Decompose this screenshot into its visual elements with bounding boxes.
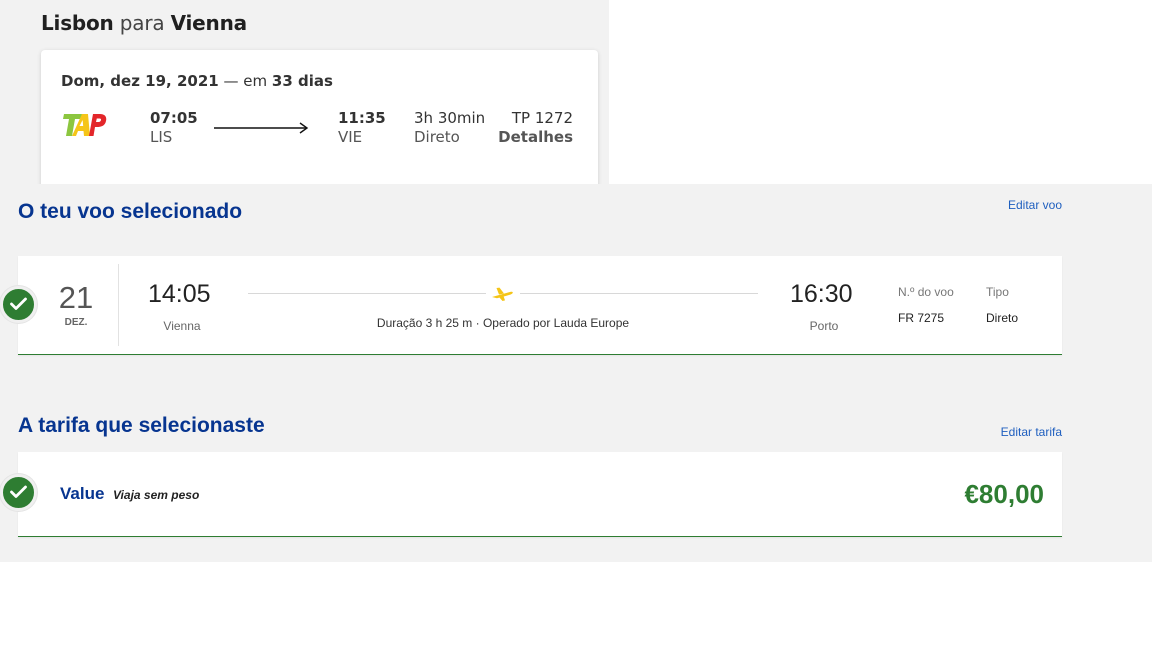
arrive-time: 16:30 — [790, 280, 853, 308]
tap-depart-time: 07:05 — [150, 109, 198, 127]
tap-logo-icon — [63, 112, 107, 138]
flight-date: Dom, dez 19, 2021 — em 33 dias — [61, 72, 333, 90]
flight-line-right — [520, 293, 758, 294]
flight-number-label: N.º do voo — [898, 285, 954, 299]
selected-flight-title: O teu voo selecionado — [18, 200, 243, 223]
tap-flight-block: TP 1272 Detalhes — [498, 109, 573, 147]
checkmark-icon — [0, 474, 37, 511]
checkmark-icon — [0, 286, 37, 323]
tap-arrive-time: 11:35 — [338, 109, 386, 127]
tap-summary-panel: Lisbon para Vienna Dom, dez 19, 2021 — e… — [0, 0, 609, 184]
tap-arrival: 11:35 VIE — [338, 109, 386, 147]
tap-stops: Direto — [414, 128, 460, 146]
depart-city: Vienna — [163, 319, 201, 333]
tap-arrive-code: VIE — [338, 128, 363, 146]
arrive-city: Porto — [809, 319, 839, 333]
tap-departure: 07:05 LIS — [150, 109, 198, 147]
edit-fare-link[interactable]: Editar tarifa — [1001, 425, 1062, 439]
selected-fare-title: A tarifa que selecionaste — [18, 414, 265, 437]
selection-panel: O teu voo selecionado Editar voo 21 DEZ.… — [0, 184, 1152, 562]
flight-number-value: FR 7275 — [898, 311, 945, 325]
flight-type-label: Tipo — [986, 285, 1009, 299]
flight-duration-info: Duração 3 h 25 m · Operado por Lauda Eur… — [376, 316, 630, 330]
selected-fare-card[interactable]: Value Viaja sem peso €80,00 — [0, 452, 1062, 537]
flight-type-value: Direto — [986, 311, 1019, 325]
date-divider — [118, 264, 119, 346]
tap-duration: 3h 30min — [414, 109, 486, 127]
airplane-icon — [490, 284, 514, 307]
origin-city: Lisbon — [41, 11, 114, 35]
fare-price: €80,00 — [964, 479, 1044, 509]
depart-time: 14:05 — [148, 280, 211, 308]
fare-subtitle: Viaja sem peso — [113, 488, 200, 502]
destination-city: Vienna — [170, 11, 248, 35]
tap-depart-code: LIS — [150, 128, 173, 146]
route-connector: para — [119, 11, 165, 35]
route-arrow-icon — [214, 121, 309, 134]
flight-date-value: Dom, dez 19, 2021 — [61, 72, 219, 90]
tap-duration-block: 3h 30min Direto — [414, 109, 485, 147]
flight-line-left — [248, 293, 486, 294]
tap-flight-number: TP 1272 — [511, 109, 573, 127]
tap-flight-card: Dom, dez 19, 2021 — em 33 dias 07:05 LIS — [41, 50, 598, 184]
edit-flight-link[interactable]: Editar voo — [1008, 198, 1062, 212]
flight-month: DEZ. — [64, 317, 88, 328]
relative-days: 33 dias — [271, 72, 333, 90]
flight-day: 21 — [58, 280, 94, 315]
fare-name: Value — [60, 484, 105, 503]
route-title: Lisbon para Vienna — [41, 11, 247, 35]
selected-flight-card[interactable]: 21 DEZ. 14:05 Vienna Duração 3 h 25 m · … — [0, 256, 1062, 355]
details-link[interactable]: Detalhes — [498, 128, 573, 147]
relative-separator: — em — [223, 72, 268, 90]
